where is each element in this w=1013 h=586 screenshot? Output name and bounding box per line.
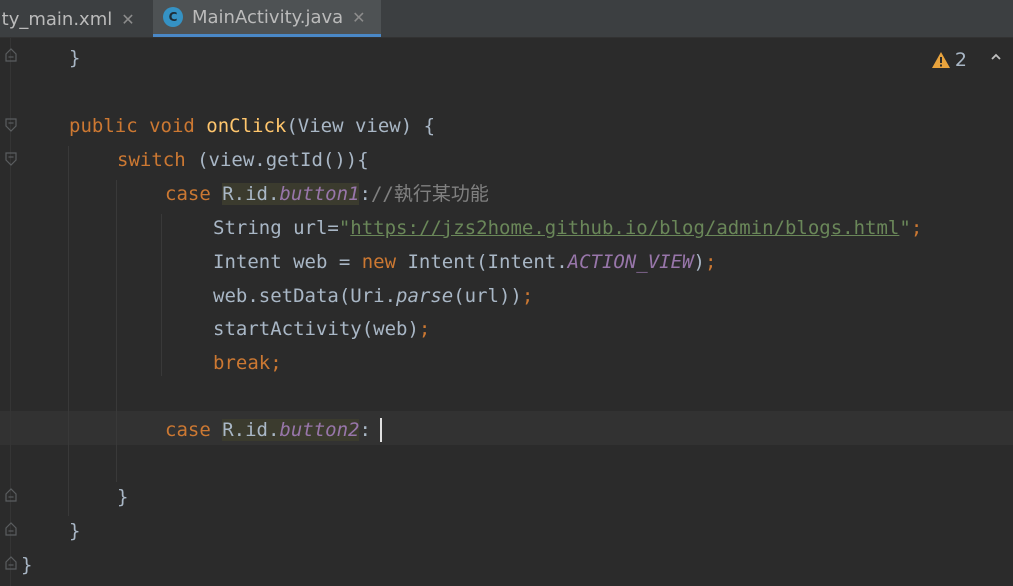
semicolon-token: ; xyxy=(704,251,717,273)
comment-token: //執行某功能 xyxy=(370,183,489,205)
code-line: break; xyxy=(213,346,282,380)
semicolon-token: ; xyxy=(910,217,923,239)
code-line: case R.id.button1://執行某功能 xyxy=(165,177,489,211)
close-icon[interactable]: ✕ xyxy=(121,10,134,29)
code-text: startActivity(web) xyxy=(213,318,419,340)
code-line: } xyxy=(117,480,128,514)
code-text: } xyxy=(69,47,81,69)
code-text: web.setData(Uri. xyxy=(213,285,397,307)
code-line: web.setData(Uri.parse(url)); xyxy=(213,279,533,313)
indent-guide xyxy=(116,180,117,482)
code-text: R.id. xyxy=(222,419,280,441)
code-editor[interactable]: } public void onClick(View view) { switc… xyxy=(0,38,1013,586)
chevron-up-icon[interactable] xyxy=(991,52,1001,62)
field-token: button2 xyxy=(279,419,360,441)
code-text: } xyxy=(117,486,129,508)
fold-marker-icon[interactable] xyxy=(5,118,17,132)
close-icon[interactable]: ✕ xyxy=(352,8,365,27)
code-text: ) xyxy=(693,251,705,273)
fold-marker-icon[interactable] xyxy=(5,488,17,502)
field-token: ACTION_VIEW xyxy=(567,251,694,273)
warning-triangle-icon xyxy=(931,52,950,68)
fold-marker-icon[interactable] xyxy=(5,522,17,536)
code-line: switch (view.getId()){ xyxy=(117,143,369,177)
code-line: String url="https://jzs2home.github.io/b… xyxy=(213,211,922,245)
code-line: } xyxy=(69,514,80,548)
code-text: (View view) { xyxy=(286,115,436,137)
url-link[interactable]: https://jzs2home.github.io/blog/admin/bl… xyxy=(350,217,899,239)
code-line: } xyxy=(69,41,80,75)
tab-activity-main-xml[interactable]: vity_main.xml ✕ xyxy=(0,0,145,37)
code-text: Intent web = xyxy=(213,251,362,273)
current-line-highlight xyxy=(0,411,1013,445)
java-class-icon: C xyxy=(163,7,183,27)
code-text: : xyxy=(359,183,371,205)
text-cursor xyxy=(380,418,382,442)
keyword-token: new xyxy=(361,251,397,273)
fold-marker-icon[interactable] xyxy=(5,152,17,166)
inspection-widget[interactable]: 2 xyxy=(931,49,967,71)
semicolon-token: ; xyxy=(418,318,431,340)
code-text: R.id. xyxy=(222,183,280,205)
code-line: public void onClick(View view) { xyxy=(69,109,435,143)
tab-main-activity-java[interactable]: C MainActivity.java ✕ xyxy=(153,0,381,37)
code-text: String url= xyxy=(213,217,339,239)
field-token: button1 xyxy=(279,183,360,205)
static-method-token: parse xyxy=(396,285,454,307)
warning-count: 2 xyxy=(954,49,967,71)
code-line: Intent web = new Intent(Intent.ACTION_VI… xyxy=(213,245,716,279)
string-token: " xyxy=(338,217,351,239)
code-text: } xyxy=(21,554,33,576)
code-text: } xyxy=(69,520,81,542)
keyword-token: switch xyxy=(117,149,186,171)
code-text: (url)) xyxy=(453,285,522,307)
keyword-token: public void xyxy=(69,115,207,137)
string-token: " xyxy=(899,217,911,239)
keyword-token: break; xyxy=(213,352,282,374)
tab-label: vity_main.xml xyxy=(0,8,113,30)
tab-label: MainActivity.java xyxy=(192,6,344,28)
code-text: (view.getId()){ xyxy=(185,149,369,171)
fold-marker-icon[interactable] xyxy=(5,48,17,62)
indent-guide xyxy=(68,146,69,516)
code-text: : xyxy=(359,419,371,441)
code-line: } xyxy=(21,548,32,582)
editor-tab-bar: vity_main.xml ✕ C MainActivity.java ✕ xyxy=(0,0,1013,38)
code-text: Intent(Intent. xyxy=(396,251,568,273)
indent-guide xyxy=(161,214,162,376)
code-line: startActivity(web); xyxy=(213,312,430,346)
keyword-token: case xyxy=(165,419,223,441)
code-line: case R.id.button2: xyxy=(165,413,371,447)
keyword-token: case xyxy=(165,183,223,205)
method-name-token: onClick xyxy=(206,115,287,137)
fold-marker-icon[interactable] xyxy=(5,556,17,570)
semicolon-token: ; xyxy=(521,285,534,307)
